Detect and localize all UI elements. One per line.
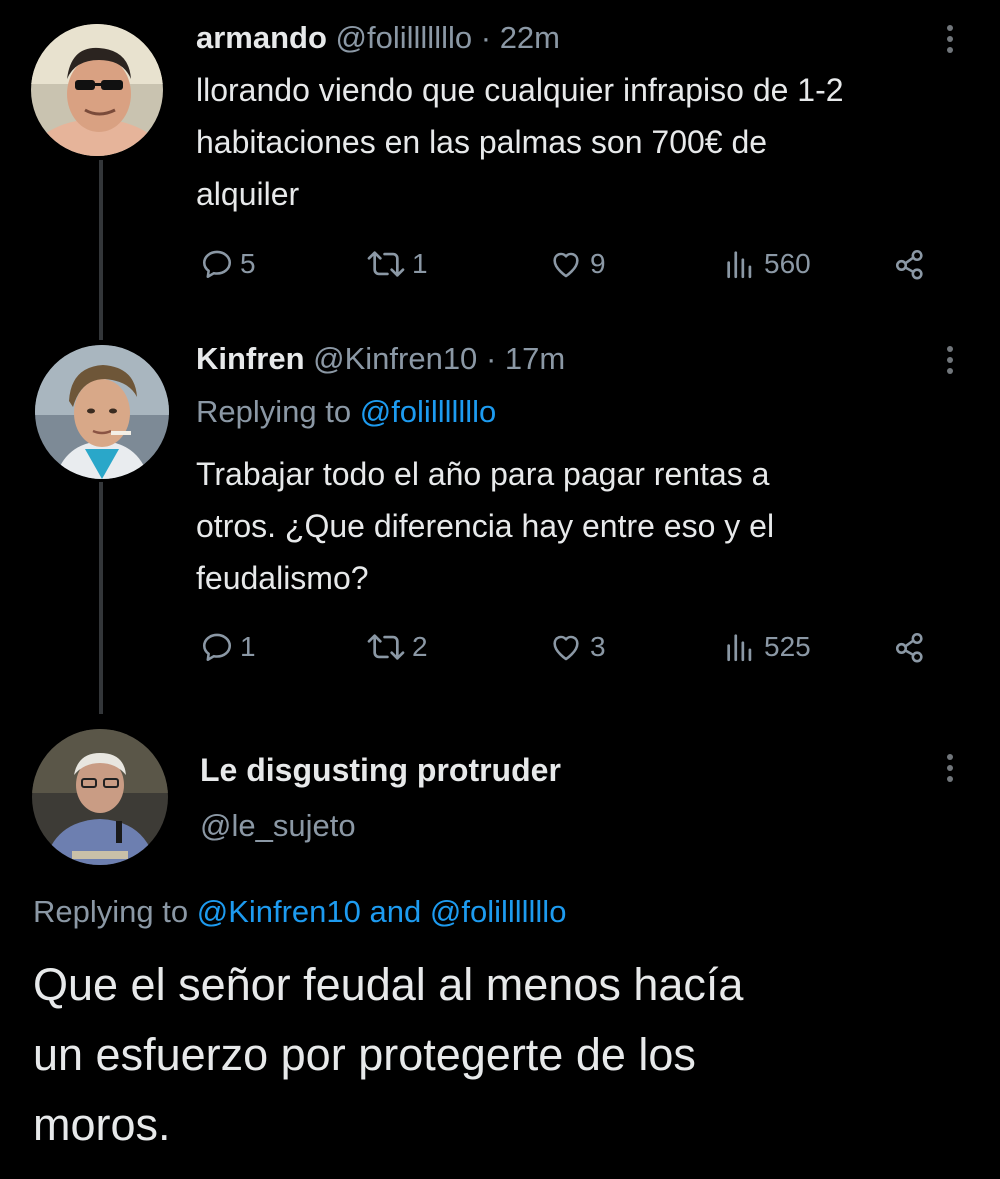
share-icon	[890, 247, 930, 281]
retweet-icon	[366, 247, 406, 281]
avatar[interactable]	[32, 729, 168, 865]
like-button[interactable]: 9	[548, 242, 606, 286]
more-icon[interactable]	[937, 749, 963, 787]
reply-icon	[200, 247, 234, 281]
tweet-text: Que el señor feudal al menos hacía un es…	[33, 959, 744, 1150]
replying-prefix: Replying to	[196, 394, 352, 429]
like-button[interactable]: 3	[548, 625, 606, 669]
author-handle[interactable]: @folilllllllo	[336, 20, 473, 55]
author-handle[interactable]: @Kinfren10	[313, 341, 477, 376]
tweet-header: Kinfren @Kinfren10 · 17m	[196, 341, 565, 377]
thread-line	[99, 160, 103, 340]
like-count: 9	[590, 248, 606, 279]
tweet-header: armando @folilllllllo · 22m	[196, 20, 560, 56]
avatar[interactable]	[35, 345, 169, 479]
retweet-count: 2	[412, 631, 428, 662]
share-button[interactable]	[890, 242, 930, 286]
reply-count: 5	[240, 248, 256, 279]
tweet-actions: 5 1 9 560	[196, 242, 956, 286]
separator-dot: ·	[485, 341, 497, 376]
tweet-text: Trabajar todo el año para pagar rentas a…	[196, 456, 775, 596]
more-icon[interactable]	[937, 341, 963, 379]
replying-to: Replying to @folilllllllo	[196, 394, 496, 430]
tweet-text: llorando viendo que cualquier infrapiso …	[196, 72, 844, 212]
reply-button[interactable]: 1	[200, 625, 256, 669]
share-button[interactable]	[890, 625, 930, 669]
reply-count: 1	[240, 631, 256, 662]
timestamp[interactable]: 17m	[505, 341, 565, 376]
author-name[interactable]: Le disgusting protruder	[200, 752, 561, 789]
replying-prefix: Replying to	[33, 894, 189, 929]
like-count: 3	[590, 631, 606, 662]
tweet-actions: 1 2 3 525	[196, 625, 956, 669]
author-name[interactable]: Kinfren	[196, 341, 305, 376]
more-icon[interactable]	[937, 20, 963, 58]
views-button[interactable]: 560	[722, 242, 811, 286]
reply-mention-link[interactable]: @folilllllllo	[360, 394, 497, 429]
replying-to: Replying to @Kinfren10 and @folilllllllo	[33, 894, 566, 930]
thread-line	[99, 482, 103, 714]
separator-dot: ·	[480, 20, 492, 55]
retweet-button[interactable]: 1	[366, 242, 428, 286]
timestamp[interactable]: 22m	[500, 20, 560, 55]
reply-and-text: and	[369, 894, 422, 929]
views-icon	[722, 630, 758, 664]
retweet-icon	[366, 630, 406, 664]
heart-icon	[548, 247, 584, 281]
retweet-button[interactable]: 2	[366, 625, 428, 669]
heart-icon	[548, 630, 584, 664]
reply-mention-link[interactable]: @folilllllllo	[430, 894, 567, 929]
retweet-count: 1	[412, 248, 428, 279]
share-icon	[890, 630, 930, 664]
views-icon	[722, 247, 758, 281]
reply-icon	[200, 630, 234, 664]
author-name[interactable]: armando	[196, 20, 327, 55]
views-count: 525	[764, 631, 811, 662]
avatar[interactable]	[31, 24, 163, 156]
views-count: 560	[764, 248, 811, 279]
reply-mention-link[interactable]: @Kinfren10	[197, 894, 361, 929]
reply-button[interactable]: 5	[200, 242, 256, 286]
views-button[interactable]: 525	[722, 625, 811, 669]
author-handle[interactable]: @le_sujeto	[200, 808, 356, 844]
